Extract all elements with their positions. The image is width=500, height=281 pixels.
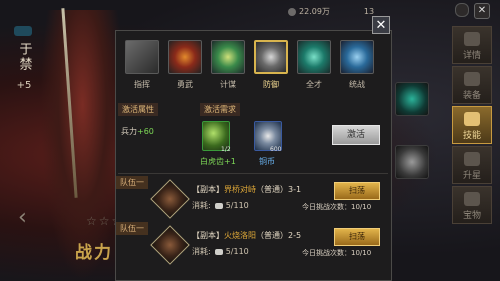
equipment-icon: [464, 72, 480, 86]
skill-slot-2[interactable]: [395, 145, 429, 179]
leadership-icon: [340, 40, 374, 74]
shield-icon: [254, 40, 288, 74]
stage-cost: 消耗: 5/110: [192, 201, 249, 210]
sweep-button[interactable]: 扫荡: [334, 182, 380, 200]
daily-attempts: 今日挑战次数：10/10: [302, 249, 372, 257]
tab-allround[interactable]: 全才: [295, 40, 333, 90]
stage-title: 【副本】火烧洛阳（普通）2-5: [192, 231, 302, 240]
req-item-2-count: 600: [270, 146, 282, 153]
req-item-1-count: 1/2: [221, 146, 231, 153]
avatar: [150, 225, 190, 265]
tab-strategy[interactable]: 计谋: [209, 40, 247, 90]
stamina-icon: [214, 203, 223, 209]
strategy-icon: [211, 40, 245, 74]
right-sidebar: 详情 装备 技能 升星 宝物: [452, 26, 492, 226]
command-icon: [125, 40, 159, 74]
valor-icon: [168, 40, 202, 74]
tab-leadership[interactable]: 统战: [338, 40, 376, 90]
squad-label: 队伍一: [116, 222, 148, 235]
activation-req-label: 激活需求: [200, 103, 240, 116]
chevron-left-icon[interactable]: ‹: [18, 205, 27, 230]
stamina-icon: [214, 249, 223, 255]
tab-command[interactable]: 指挥: [123, 40, 161, 90]
sidebar-item-details[interactable]: 详情: [452, 26, 492, 64]
star-up-icon: [464, 152, 480, 166]
resource-counter: 22.09万: [288, 6, 330, 17]
add-resource-icon[interactable]: [455, 3, 469, 17]
treasure-icon: [464, 192, 480, 206]
section-divider: [118, 173, 388, 174]
activate-button[interactable]: 激活: [332, 125, 380, 145]
count-counter: 13: [363, 7, 375, 16]
activation-attr-label: 激活属性: [118, 103, 158, 116]
resource-bar: 22.09万 13: [288, 6, 374, 17]
skill-slot-1[interactable]: [395, 82, 429, 116]
skill-category-tabs: 指挥 勇武 计谋 防御 全才 统战: [123, 40, 381, 90]
daily-attempts: 今日挑战次数：10/10: [302, 203, 372, 211]
req-item-1-name: 白虎齿+1: [200, 157, 236, 166]
stage-title: 【副本】界桥对峙（普通）3-1: [192, 185, 302, 194]
skills-icon: [464, 112, 480, 126]
req-item-2-name: 铜币: [259, 157, 275, 166]
tab-defense[interactable]: 防御: [252, 40, 290, 90]
hero-name-block: 于禁 +5: [12, 30, 36, 91]
coin-icon: [288, 7, 296, 16]
details-icon: [464, 32, 480, 46]
close-icon[interactable]: ✕: [372, 16, 390, 34]
squad-label: 队伍一: [116, 176, 148, 189]
hero-name: 于禁: [16, 42, 32, 72]
hero-power-label: 战力: [75, 243, 113, 263]
attr-bonus: 兵力+60: [121, 127, 154, 136]
sweep-button[interactable]: 扫荡: [334, 228, 380, 246]
list-item: 队伍一 【副本】界桥对峙（普通）3-1 消耗: 5/110 扫荡 今日挑战次数：1…: [116, 176, 388, 224]
avatar: [150, 179, 190, 219]
sidebar-item-skills[interactable]: 技能: [452, 106, 492, 144]
sidebar-item-treasure[interactable]: 宝物: [452, 186, 492, 224]
window-close-icon[interactable]: ✕: [474, 3, 490, 19]
stage-cost: 消耗: 5/110: [192, 247, 249, 256]
hero-level: +5: [16, 80, 32, 91]
sidebar-item-equipment[interactable]: 装备: [452, 66, 492, 104]
sidebar-item-star-up[interactable]: 升星: [452, 146, 492, 184]
list-item: 队伍一 【副本】火烧洛阳（普通）2-5 消耗: 5/110 扫荡 今日挑战次数：1…: [116, 222, 388, 270]
allround-icon: [297, 40, 331, 74]
tab-valor[interactable]: 勇武: [166, 40, 204, 90]
